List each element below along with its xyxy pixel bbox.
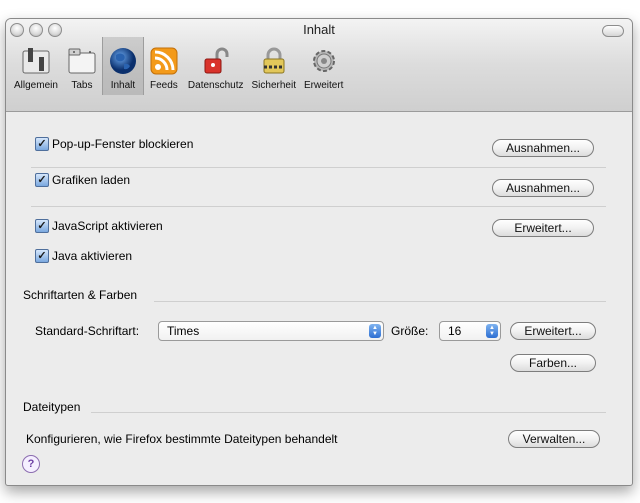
font-size-select[interactable]: 16 ▲ ▼ <box>439 321 501 341</box>
tab-feeds-label: Feeds <box>150 80 178 91</box>
tab-feeds[interactable]: Feeds <box>144 37 184 95</box>
globe-icon <box>109 48 136 74</box>
separator <box>31 167 606 168</box>
rss-icon <box>150 47 178 75</box>
select-arrows-icon: ▲ ▼ <box>369 324 381 338</box>
javascript-label[interactable]: JavaScript aktivieren <box>52 219 163 233</box>
tab-sicherheit-label: Sicherheit <box>251 80 296 91</box>
gear-icon <box>312 50 335 72</box>
tab-inhalt-label: Inhalt <box>110 80 136 91</box>
tab-erweitert-label: Erweitert <box>303 80 344 91</box>
javascript-row: ✓ JavaScript aktivieren <box>35 219 163 233</box>
java-label[interactable]: Java aktivieren <box>52 249 132 263</box>
select-arrows-icon: ▲ ▼ <box>486 324 498 338</box>
images-checkbox[interactable]: ✓ <box>35 173 49 187</box>
help-button[interactable]: ? <box>22 455 40 473</box>
popup-row: ✓ Pop-up-Fenster blockieren <box>35 137 193 151</box>
manage-filetypes-button[interactable]: Verwalten... <box>508 430 600 448</box>
popup-label[interactable]: Pop-up-Fenster blockieren <box>52 137 193 151</box>
tab-inhalt[interactable]: Inhalt <box>101 37 144 95</box>
default-font-label: Standard-Schriftart: <box>35 324 140 338</box>
tab-datenschutz[interactable]: Datenschutz <box>184 37 248 95</box>
popup-checkbox[interactable]: ✓ <box>35 137 49 151</box>
javascript-checkbox[interactable]: ✓ <box>35 219 49 233</box>
images-row: ✓ Grafiken laden <box>35 173 130 187</box>
titlebar: Inhalt Allgemein Tabs Inhalt Feeds Daten… <box>6 19 632 112</box>
unlocked-padlock-icon <box>204 47 229 74</box>
tab-allgemein[interactable]: Allgemein <box>10 37 62 95</box>
tab-allgemein-label: Allgemein <box>14 80 58 91</box>
images-exceptions-button[interactable]: Ausnahmen... <box>492 179 594 197</box>
window-title: Inhalt <box>303 22 335 37</box>
switch-icon <box>22 48 50 74</box>
separator <box>91 412 606 413</box>
java-checkbox[interactable]: ✓ <box>35 249 49 263</box>
tab-tabs[interactable]: Tabs <box>62 37 102 95</box>
fonts-section-title: Schriftarten & Farben <box>23 288 138 302</box>
fonts-advanced-button[interactable]: Erweitert... <box>510 322 596 340</box>
content-pane: ✓ Pop-up-Fenster blockieren Ausnahmen...… <box>6 112 632 485</box>
tab-tabs-label: Tabs <box>71 80 93 91</box>
java-row: ✓ Java aktivieren <box>35 249 132 263</box>
default-font-value: Times <box>167 324 200 338</box>
filetypes-section-title: Dateitypen <box>23 400 81 414</box>
colors-button[interactable]: Farben... <box>510 354 596 372</box>
tab-erweitert[interactable]: Erweitert <box>300 37 347 95</box>
javascript-advanced-button[interactable]: Erweitert... <box>492 219 594 237</box>
images-label[interactable]: Grafiken laden <box>52 173 130 187</box>
size-label: Größe: <box>391 324 429 338</box>
preferences-toolbar: Allgemein Tabs Inhalt Feeds Datenschutz … <box>10 37 347 95</box>
separator <box>31 206 606 207</box>
popup-exceptions-button[interactable]: Ausnahmen... <box>492 139 594 157</box>
font-size-value: 16 <box>448 324 462 338</box>
filetypes-description: Konfigurieren, wie Firefox bestimmte Dat… <box>26 432 338 446</box>
preferences-window: Inhalt Allgemein Tabs Inhalt Feeds Daten… <box>5 18 633 486</box>
tab-sicherheit[interactable]: Sicherheit <box>248 37 300 95</box>
separator <box>154 301 606 302</box>
tab-datenschutz-label: Datenschutz <box>187 80 244 91</box>
padlock-icon <box>263 47 285 74</box>
tabs-icon <box>68 48 96 74</box>
default-font-select[interactable]: Times ▲ ▼ <box>158 321 384 341</box>
toolbar-toggle-button[interactable] <box>602 25 624 37</box>
